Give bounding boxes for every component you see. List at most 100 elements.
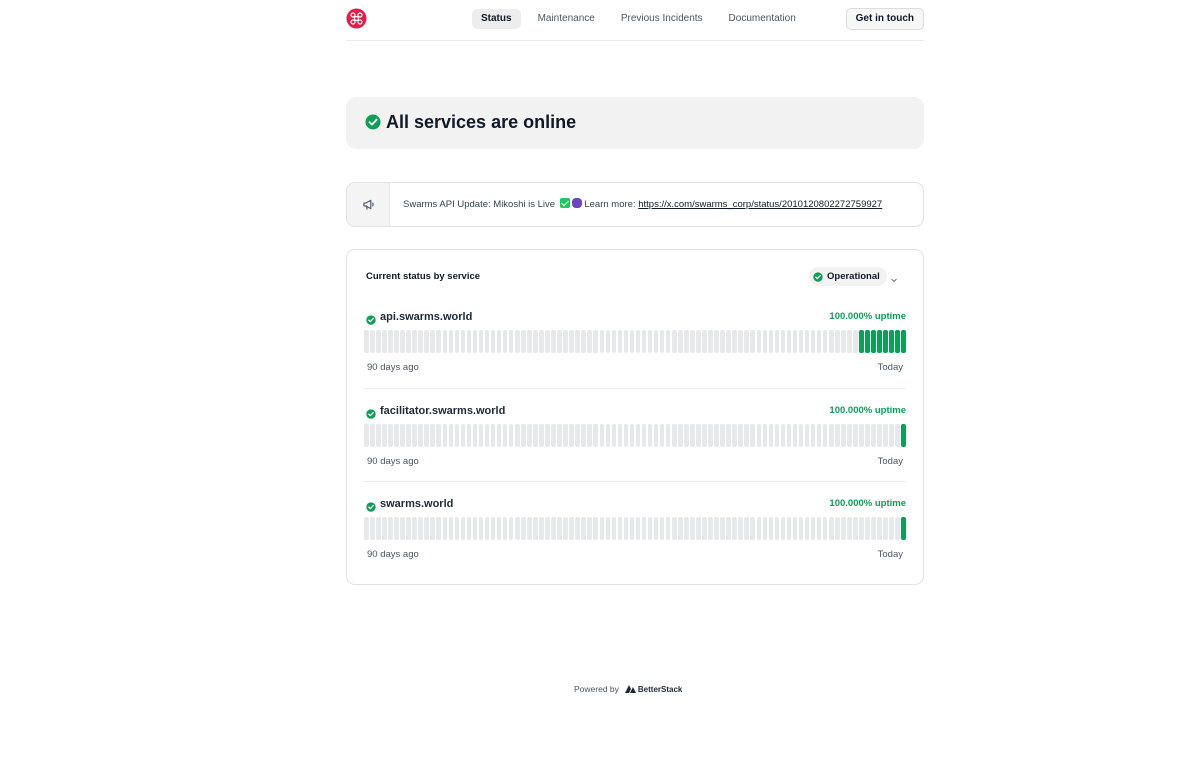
uptime-day-bar[interactable] (804, 424, 810, 447)
uptime-day-bar[interactable] (424, 517, 429, 540)
uptime-day-bar[interactable] (653, 330, 659, 353)
uptime-day-bar[interactable] (762, 424, 768, 447)
uptime-day-bar[interactable] (502, 330, 508, 353)
uptime-day-bar[interactable] (442, 517, 448, 540)
uptime-day-bar[interactable] (889, 517, 894, 540)
uptime-day-bar[interactable] (388, 424, 393, 447)
uptime-day-bar[interactable] (454, 424, 460, 447)
uptime-day-bar[interactable] (629, 330, 635, 353)
uptime-day-bar[interactable] (617, 517, 623, 540)
uptime-day-bar[interactable] (605, 330, 611, 353)
uptime-day-bar[interactable] (508, 424, 514, 447)
uptime-day-bar[interactable] (430, 424, 435, 447)
uptime-day-bar[interactable] (696, 424, 701, 447)
uptime-day-bar[interactable] (394, 517, 399, 540)
uptime-day-bar[interactable] (883, 424, 888, 447)
uptime-day-bar[interactable] (702, 517, 707, 540)
get-in-touch-button[interactable]: Get in touch (845, 8, 924, 30)
uptime-day-bar[interactable] (484, 517, 490, 540)
uptime-day-bar[interactable] (418, 424, 423, 447)
uptime-day-bar[interactable] (816, 424, 822, 447)
uptime-day-bar[interactable] (527, 517, 532, 540)
uptime-day-bar[interactable] (430, 517, 435, 540)
uptime-day-bar[interactable] (376, 424, 381, 447)
uptime-day-bar[interactable] (569, 330, 574, 353)
status-filter-dropdown[interactable]: Operational (809, 267, 887, 286)
uptime-day-bar[interactable] (865, 330, 870, 353)
uptime-day-bar[interactable] (496, 424, 502, 447)
uptime-day-bar[interactable] (871, 330, 876, 353)
uptime-day-bar[interactable] (768, 424, 774, 447)
uptime-day-bar[interactable] (514, 330, 520, 353)
uptime-day-bar[interactable] (454, 517, 460, 540)
uptime-day-bar[interactable] (835, 424, 840, 447)
uptime-day-bar[interactable] (684, 330, 689, 353)
uptime-day-bar[interactable] (780, 330, 786, 353)
uptime-day-bar[interactable] (671, 424, 677, 447)
uptime-day-bar[interactable] (798, 424, 804, 447)
uptime-day-bar[interactable] (557, 424, 562, 447)
uptime-day-bar[interactable] (786, 330, 792, 353)
uptime-day-bar[interactable] (557, 330, 562, 353)
uptime-day-bar[interactable] (370, 517, 375, 540)
uptime-day-bar[interactable] (762, 517, 768, 540)
uptime-day-bar[interactable] (388, 330, 393, 353)
uptime-day-bar[interactable] (593, 517, 598, 540)
uptime-day-bar[interactable] (738, 330, 743, 353)
uptime-day-bar[interactable] (478, 517, 484, 540)
uptime-day-bar[interactable] (364, 517, 369, 540)
uptime-day-bar[interactable] (865, 517, 870, 540)
uptime-day-bar[interactable] (629, 517, 635, 540)
uptime-day-bar[interactable] (853, 330, 858, 353)
uptime-day-bar[interactable] (599, 330, 605, 353)
uptime-day-bar[interactable] (647, 424, 653, 447)
uptime-day-bar[interactable] (545, 424, 550, 447)
uptime-day-bar[interactable] (400, 330, 405, 353)
uptime-day-bar[interactable] (678, 330, 683, 353)
uptime-day-bar[interactable] (430, 330, 435, 353)
uptime-day-bar[interactable] (508, 330, 514, 353)
uptime-day-bar[interactable] (436, 517, 441, 540)
uptime-day-bar[interactable] (472, 424, 478, 447)
uptime-day-bar[interactable] (406, 517, 411, 540)
uptime-day-bar[interactable] (563, 330, 568, 353)
uptime-day-bar[interactable] (853, 517, 858, 540)
uptime-day-bar[interactable] (756, 330, 762, 353)
uptime-day-bar[interactable] (442, 424, 448, 447)
uptime-day-bar[interactable] (804, 330, 810, 353)
uptime-day-bar[interactable] (388, 517, 393, 540)
uptime-day-bar[interactable] (478, 330, 484, 353)
betterstack-logo[interactable]: BetterStack (624, 685, 682, 694)
uptime-day-bar[interactable] (847, 330, 852, 353)
uptime-day-bar[interactable] (400, 424, 405, 447)
uptime-day-bar[interactable] (726, 424, 731, 447)
service-name[interactable]: api.swarms.world (380, 311, 472, 324)
uptime-day-bar[interactable] (671, 517, 677, 540)
uptime-day-bar[interactable] (496, 330, 502, 353)
uptime-day-bar[interactable] (678, 517, 683, 540)
chevron-down-icon[interactable] (890, 271, 898, 289)
uptime-day-bar[interactable] (521, 330, 526, 353)
uptime-day-bar[interactable] (533, 517, 538, 540)
uptime-day-bar[interactable] (859, 517, 864, 540)
uptime-day-bar[interactable] (865, 424, 870, 447)
uptime-day-bar[interactable] (448, 424, 454, 447)
uptime-day-bar[interactable] (551, 424, 556, 447)
uptime-day-bar[interactable] (569, 424, 574, 447)
uptime-day-bar[interactable] (702, 330, 707, 353)
nav-documentation[interactable]: Documentation (720, 9, 805, 29)
uptime-day-bar[interactable] (732, 517, 737, 540)
uptime-day-bar[interactable] (702, 424, 707, 447)
uptime-day-bar[interactable] (744, 517, 749, 540)
uptime-day-bar[interactable] (460, 517, 466, 540)
uptime-day-bar[interactable] (828, 517, 834, 540)
uptime-day-bar[interactable] (774, 330, 780, 353)
uptime-day-bar[interactable] (744, 330, 749, 353)
uptime-day-bar[interactable] (901, 424, 906, 447)
uptime-day-bar[interactable] (768, 517, 774, 540)
uptime-day-bar[interactable] (551, 517, 556, 540)
uptime-day-bar[interactable] (877, 330, 882, 353)
uptime-day-bar[interactable] (738, 424, 743, 447)
uptime-day-bar[interactable] (490, 517, 496, 540)
uptime-day-bar[interactable] (448, 517, 454, 540)
